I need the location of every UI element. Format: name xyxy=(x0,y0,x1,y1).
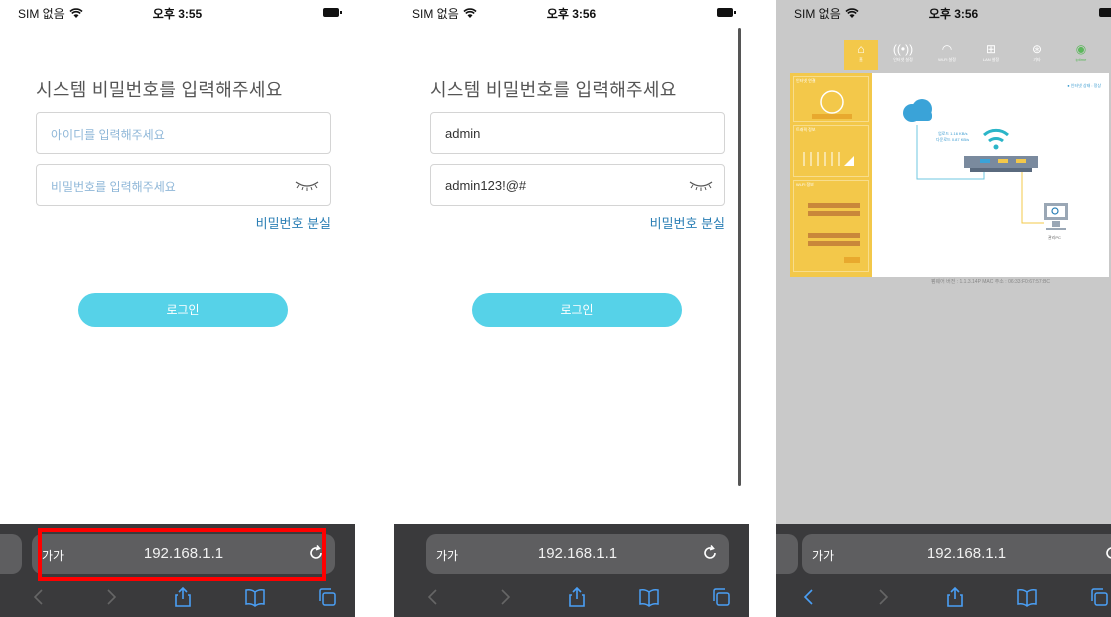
nav-etc[interactable]: ⊛ 기타 xyxy=(1020,40,1054,70)
network-diagram: 업로드 1.16 KB/s 다운로드 0.87 KB/s 관리PC xyxy=(903,99,1068,240)
upload-speed: 업로드 1.16 KB/s xyxy=(938,130,968,136)
lan-icon: ⊞ xyxy=(985,42,997,56)
back-icon[interactable] xyxy=(798,586,820,608)
phone-screen-3: SIM 없음 오후 3:56 ⌂ 홈 ((•)) 인터넷 설정 ◠ Wi-Fi 설정 … xyxy=(776,0,1111,617)
id-input[interactable]: admin xyxy=(430,112,725,154)
forward-icon[interactable] xyxy=(872,586,894,608)
id-placeholder: 아이디를 입력해주세요 xyxy=(51,128,165,142)
phone-screen-1: SIM 없음 오후 3:55 시스템 비밀번호를 입력해주세요 아이디를 입력해… xyxy=(0,0,355,617)
router-network-map: ● 인터넷 상태 : 정상 업로드 1.16 KB/s 다운로드 0.87 KB… xyxy=(872,73,1109,277)
id-value: admin xyxy=(445,126,481,141)
router-wifi-icon xyxy=(983,128,1009,150)
url-text: 192.168.1.1 xyxy=(537,545,618,562)
password-value: admin123!@# xyxy=(445,178,527,193)
reload-icon[interactable] xyxy=(1103,544,1111,562)
eye-closed-icon[interactable] xyxy=(688,177,714,193)
prev-tab-stub[interactable] xyxy=(776,534,798,574)
forgot-password-link[interactable]: 비밀번호 분실 xyxy=(256,213,331,232)
page-title: 시스템 비밀번호를 입력해주세요 xyxy=(36,80,283,100)
forgot-password-link[interactable]: 비밀번호 분실 xyxy=(650,213,725,232)
router-sidebar: 인터넷 연결 트래픽 정보 Wi-Fi 정보 xyxy=(790,73,872,277)
share-icon[interactable] xyxy=(172,586,194,608)
reload-icon[interactable] xyxy=(701,544,719,562)
login-button[interactable]: 로그인 xyxy=(472,293,682,327)
internet-card: 인터넷 연결 xyxy=(793,76,869,122)
cloud-icon xyxy=(903,99,932,122)
battery-icon xyxy=(1099,8,1111,17)
status-bar: SIM 없음 오후 3:55 xyxy=(0,0,355,26)
status-bar: SIM 없음 오후 3:56 xyxy=(776,0,1111,26)
share-icon[interactable] xyxy=(944,586,966,608)
login-button[interactable]: 로그인 xyxy=(78,293,288,327)
nav-wifi[interactable]: ◠ Wi-Fi 설정 xyxy=(930,40,964,70)
pc-label: 관리PC xyxy=(1048,234,1061,240)
wifi-info-rows xyxy=(808,203,860,263)
clock: 오후 3:56 xyxy=(928,7,979,21)
bottom-toolbar xyxy=(776,582,1111,614)
password-input[interactable]: 비밀번호를 입력해주세요 xyxy=(36,164,331,206)
nav-home[interactable]: ⌂ 홈 xyxy=(844,40,878,70)
wifi-nav-icon: ◠ xyxy=(941,42,953,56)
password-placeholder: 비밀번호를 입력해주세요 xyxy=(51,180,176,194)
eye-closed-icon[interactable] xyxy=(294,177,320,193)
home-icon: ⌂ xyxy=(857,42,865,56)
connection-ring-icon xyxy=(812,90,852,119)
url-text: 192.168.1.1 xyxy=(926,545,1007,562)
nav-lan[interactable]: ⊞ LAN 설정 xyxy=(974,40,1008,70)
firmware-info: 펌웨어 버전 : 1.1.3.14P MAC 주소 : 06:33:F0:67:… xyxy=(930,279,1051,285)
scroll-indicator[interactable] xyxy=(738,28,741,486)
address-bar[interactable]: 가가 192.168.1.1 xyxy=(426,534,729,574)
bottom-toolbar xyxy=(0,582,355,614)
lan-line xyxy=(1021,172,1044,224)
battery-icon xyxy=(323,8,342,17)
bookmarks-icon[interactable] xyxy=(244,586,266,608)
password-input[interactable]: admin123!@# xyxy=(430,164,725,206)
pc-monitor-icon xyxy=(1044,203,1068,230)
battery-icon xyxy=(717,8,736,17)
tabs-icon[interactable] xyxy=(1088,586,1110,608)
brand-logo-icon: ◉ xyxy=(1075,42,1087,56)
bookmarks-icon[interactable] xyxy=(1016,586,1038,608)
gear-icon: ⊛ xyxy=(1031,42,1043,56)
address-bar[interactable]: 가가 192.168.1.1 xyxy=(802,534,1111,574)
tabs-icon[interactable] xyxy=(316,586,338,608)
tabs-icon[interactable] xyxy=(710,586,732,608)
browser-toolbar: 가가 192.168.1.1 xyxy=(394,524,749,617)
browser-toolbar: 가가 192.168.1.1 xyxy=(776,524,1111,617)
share-icon[interactable] xyxy=(566,586,588,608)
signal-icon: ((•)) xyxy=(892,42,914,56)
phone-screen-2: SIM 없음 오후 3:56 시스템 비밀번호를 입력해주세요 admin ad… xyxy=(394,0,749,617)
clock: 오후 3:56 xyxy=(546,7,597,21)
router-device-icon xyxy=(964,156,1038,172)
forward-icon[interactable] xyxy=(100,586,122,608)
nav-brand[interactable]: ◉ iptime xyxy=(1064,40,1098,70)
address-bar-highlight xyxy=(38,528,326,581)
nav-internet[interactable]: ((•)) 인터넷 설정 xyxy=(886,40,920,70)
router-nav: ⌂ 홈 ((•)) 인터넷 설정 ◠ Wi-Fi 설정 ⊞ LAN 설정 ⊛ 기타 ◉ ip… xyxy=(834,40,1104,70)
status-bar: SIM 없음 오후 3:56 xyxy=(394,0,749,26)
download-speed: 다운로드 0.87 KB/s xyxy=(936,136,969,142)
forward-icon[interactable] xyxy=(494,586,516,608)
bottom-toolbar xyxy=(394,582,749,614)
page-title: 시스템 비밀번호를 입력해주세요 xyxy=(430,80,677,100)
prev-tab-stub[interactable] xyxy=(0,534,22,574)
clock: 오후 3:55 xyxy=(152,7,203,21)
id-input[interactable]: 아이디를 입력해주세요 xyxy=(36,112,331,154)
wifi-info-card: Wi-Fi 정보 xyxy=(793,180,869,272)
bookmarks-icon[interactable] xyxy=(638,586,660,608)
back-icon[interactable] xyxy=(28,586,50,608)
traffic-card: 트래픽 정보 xyxy=(793,125,869,177)
back-icon[interactable] xyxy=(422,586,444,608)
connection-status: ● 인터넷 상태 : 정상 xyxy=(1067,83,1101,88)
traffic-chart-icon xyxy=(803,152,854,166)
